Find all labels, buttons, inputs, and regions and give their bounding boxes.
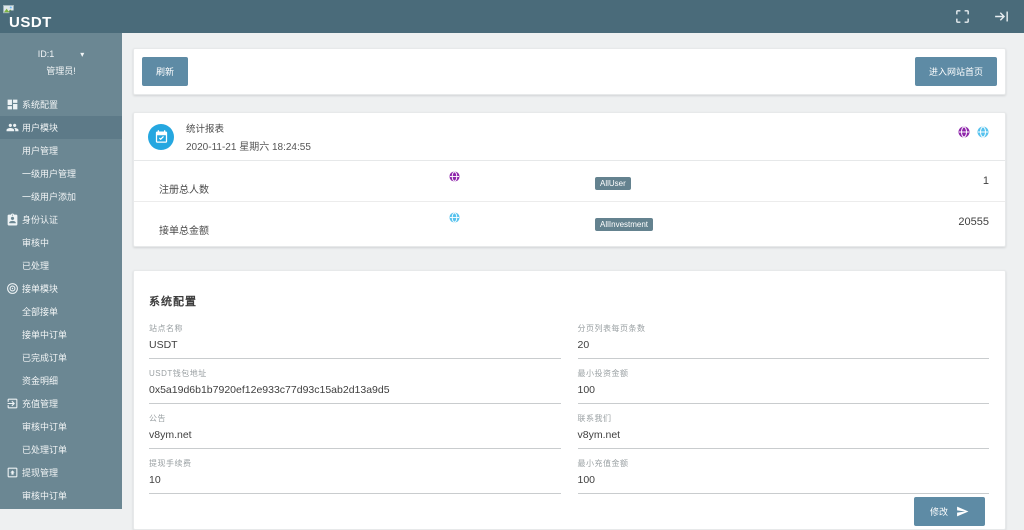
profile-id: ID:1 [37,49,55,59]
stats-header: 统计报表 2020-11-21 星期六 18:24:55 [134,113,1005,161]
min-invest-field[interactable]: 最小投资金额 100 [577,368,989,404]
sidebar-item-fund-details[interactable]: 资金明细 [0,369,122,392]
withdraw-fee-field[interactable]: 提现手续费 10 [149,458,561,494]
stats-datetime: 2020-11-21 星期六 18:24:55 [186,141,311,153]
main-content: 刷新 进入网站首页 统计报表 2020-11-21 星期六 18:24:55 注… [122,33,1024,530]
site-name-field[interactable]: 站点名称 USDT [149,323,561,359]
brand: USDT [3,4,52,30]
globe-purple-icon [958,126,970,138]
stats-title: 统计报表 [186,123,225,135]
sidebar-item-recharge-management[interactable]: 充值管理 [0,392,122,415]
registered-users-row: 注册总人数 AllUser 1 [134,161,1005,202]
sidebar-nav: 系统配置 用户模块 用户管理 一级用户管理 一级用户添加 身份认证 审核中 已处… [0,93,122,507]
sidebar-item-level1-user-add[interactable]: 一级用户添加 [0,185,122,208]
status-badge: AllInvestment [595,218,654,231]
globe-blue-icon [449,212,460,223]
goto-site-button[interactable]: 进入网站首页 [914,57,997,86]
fullscreen-icon[interactable] [954,8,971,25]
sidebar-item-all-orders[interactable]: 全部接单 [0,300,122,323]
sidebar-item-under-review[interactable]: 审核中 [0,231,122,254]
announcement-field[interactable]: 公告 v8ym.net [149,413,561,449]
stat-value: 1 [982,175,989,187]
sidebar-item-withdraw-under-review[interactable]: 审核中订单 [0,484,122,507]
sidebar-item-recharge-under-review[interactable]: 审核中订单 [0,415,122,438]
toolbar-card: 刷新 进入网站首页 [133,48,1006,95]
sidebar-item-level1-user-management[interactable]: 一级用户管理 [0,162,122,185]
dashboard-icon [7,99,18,110]
sidebar: ID:1 ▾ 管理员! 系统配置 用户模块 用户管理 一级用户管理 一级用户添加… [0,33,122,509]
config-section-title: 系统配置 [149,296,197,308]
profile-role: 管理员! [46,66,76,76]
chevron-down-icon[interactable]: ▾ [80,46,84,63]
sidebar-item-completed-orders[interactable]: 已完成订单 [0,346,122,369]
id-badge-icon [7,213,18,226]
globe-blue-icon [977,126,989,138]
usdt-wallet-field[interactable]: USDT钱包地址 0x5a19d6b1b7920ef12e933c77d93c1… [149,368,561,404]
app-title: USDT [9,13,52,31]
contact-us-field[interactable]: 联系我们 v8ym.net [577,413,989,449]
calendar-check-icon [148,123,174,150]
page-size-field[interactable]: 分页列表每页条数 20 [577,323,989,359]
sidebar-item-user-management[interactable]: 用户管理 [0,139,122,162]
stat-value: 20555 [958,216,989,228]
sidebar-item-withdraw-management[interactable]: 提现管理 [0,461,122,484]
stat-label: 接单总金额 [159,226,209,237]
topbar: USDT [0,0,1024,33]
sidebar-item-recharge-processed[interactable]: 已处理订单 [0,438,122,461]
profile-block[interactable]: ID:1 ▾ 管理员! [0,33,122,80]
upload-box-icon [7,467,18,478]
stat-label: 注册总人数 [159,185,209,196]
total-order-amount-row: 接单总金额 AllInvestment 20555 [134,202,1005,247]
sidebar-item-orders-in-progress[interactable]: 接单中订单 [0,323,122,346]
sidebar-item-system-config[interactable]: 系统配置 [0,93,122,116]
sidebar-item-user-module[interactable]: 用户模块 [0,116,122,139]
globe-purple-icon [449,171,460,182]
stats-card: 统计报表 2020-11-21 星期六 18:24:55 注册总人数 AllUs… [133,112,1006,247]
status-badge: AllUser [595,177,631,190]
min-recharge-field[interactable]: 最小充值金额 100 [577,458,989,494]
users-icon [6,123,19,132]
submit-button[interactable]: 修改 [913,497,985,526]
login-box-icon [7,398,18,409]
send-icon [957,506,969,517]
sidebar-item-processed[interactable]: 已处理 [0,254,122,277]
sidebar-item-order-module[interactable]: 接单模块 [0,277,122,300]
refresh-button[interactable]: 刷新 [142,57,189,86]
target-icon [7,283,18,294]
system-config-card: 系统配置 站点名称 USDT USDT钱包地址 0x5a19d6b1b7920e… [133,270,1006,530]
config-form: 站点名称 USDT USDT钱包地址 0x5a19d6b1b7920ef12e9… [149,323,989,503]
logout-icon[interactable] [993,8,1010,25]
sidebar-item-identity-auth[interactable]: 身份认证 [0,208,122,231]
broken-image-icon [3,4,14,15]
